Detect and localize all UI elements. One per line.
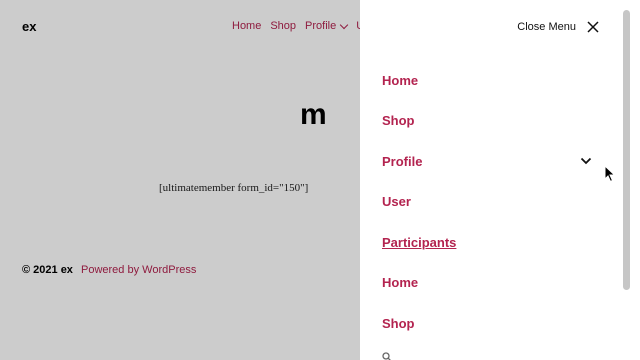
menu-item-home-2[interactable]: Home	[382, 263, 592, 304]
close-menu-button[interactable]: Close Menu	[517, 20, 600, 34]
menu-item-label: Shop	[382, 113, 415, 129]
menu-item-participants[interactable]: Participants	[382, 222, 592, 263]
menu-item-label: Home	[382, 72, 419, 88]
menu-item-shop-2[interactable]: Shop	[382, 303, 592, 344]
menu-item-home[interactable]: Home	[382, 60, 592, 101]
menu-item-label: Home	[382, 275, 419, 291]
menu-item-user[interactable]: User	[382, 182, 592, 223]
submenu-toggle-chevron-down-icon[interactable]	[580, 157, 592, 165]
menu-item-profile[interactable]: Profile	[382, 141, 592, 182]
menu-item-label: Shop	[382, 315, 415, 331]
offcanvas-menu-panel: Close Menu Home Shop Profile User Partic…	[360, 0, 640, 360]
close-icon	[586, 20, 600, 34]
mobile-menu-list: Home Shop Profile User Participants Home…	[382, 60, 592, 344]
close-menu-label: Close Menu	[517, 21, 576, 33]
menu-item-label: Participants	[382, 234, 457, 250]
menu-item-label: Profile	[382, 153, 423, 169]
search-icon[interactable]	[382, 349, 392, 360]
scrollbar-thumb[interactable]	[623, 10, 630, 290]
menu-item-shop[interactable]: Shop	[382, 101, 592, 142]
modal-overlay[interactable]	[0, 0, 360, 360]
mouse-cursor-icon	[604, 164, 616, 188]
menu-item-label: User	[382, 194, 411, 210]
